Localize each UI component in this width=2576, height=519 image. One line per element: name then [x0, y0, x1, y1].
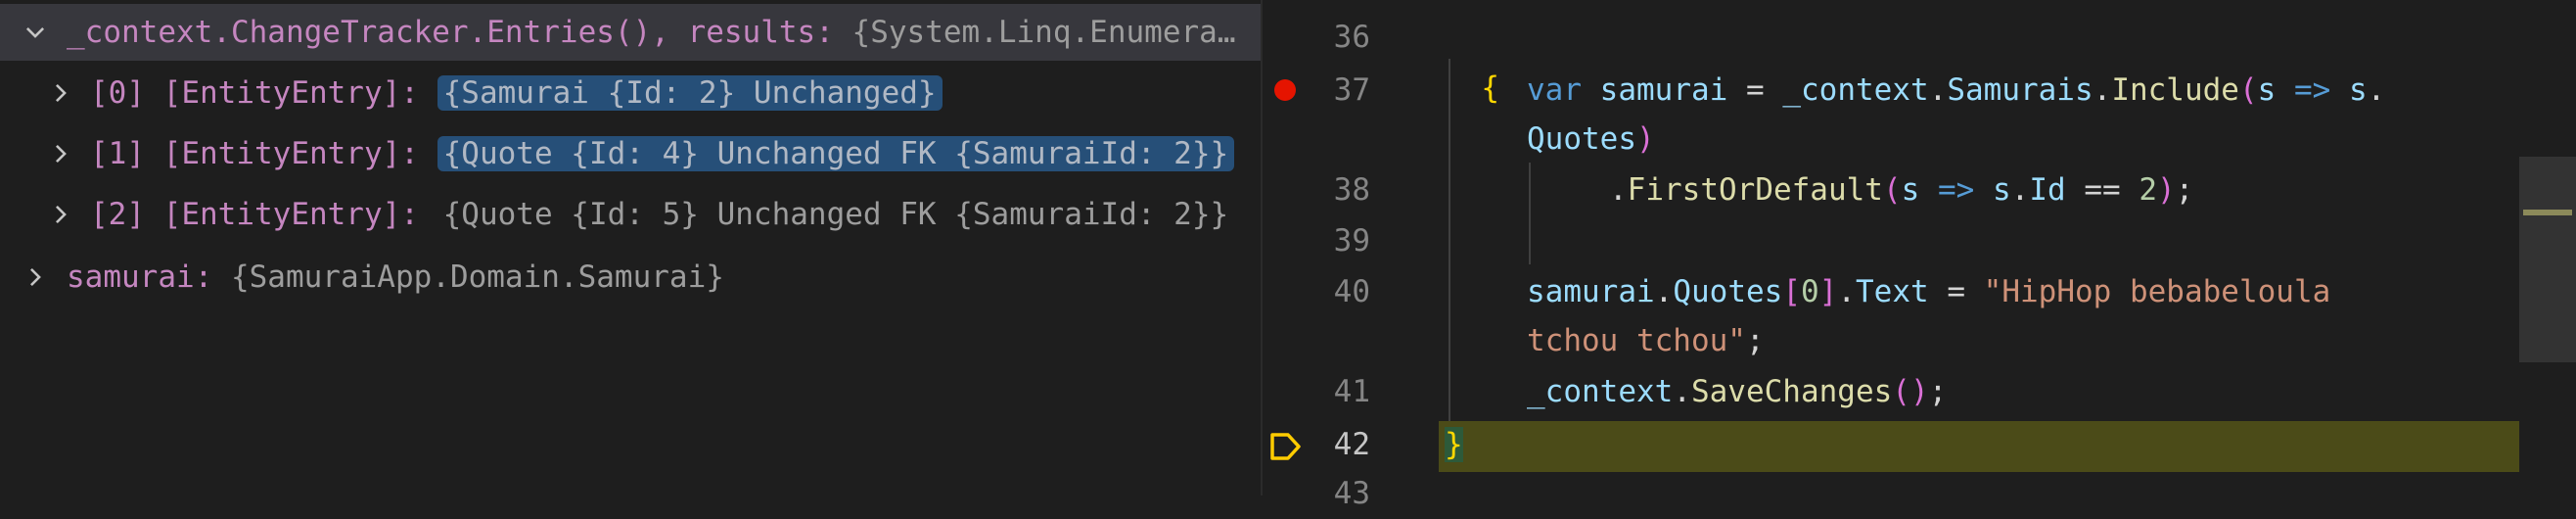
- indent-guide: [1529, 163, 1531, 264]
- scrollbar-current-line-marker: [2523, 210, 2572, 215]
- entry-index: [2]: [90, 197, 145, 232]
- chevron-right-icon[interactable]: [41, 186, 80, 243]
- entry-value: {Quote {Id: 4} Unchanged FK {SamuraiId: …: [437, 136, 1235, 171]
- line-number: 36: [1333, 20, 1370, 55]
- entry-value: {Samurai {Id: 2} Unchanged}: [437, 75, 943, 111]
- variable-row-entry-0[interactable]: [0] [EntityEntry]: {Samurai {Id: 2} Unch…: [0, 65, 1261, 121]
- current-line-highlight: [1439, 421, 2576, 472]
- variables-panel: _context.ChangeTracker.Entries(), result…: [0, 0, 1261, 495]
- scrollbar-thumb[interactable]: [2519, 157, 2576, 362]
- chevron-right-icon[interactable]: [16, 249, 55, 306]
- variable-name: _context.ChangeTracker.Entries(), result…: [67, 15, 834, 50]
- breakpoint-icon[interactable]: [1274, 79, 1296, 101]
- line-number: 38: [1333, 172, 1370, 208]
- entry-type: [EntityEntry]:: [162, 75, 419, 111]
- variable-row-entry-1[interactable]: [1] [EntityEntry]: {Quote {Id: 4} Unchan…: [0, 125, 1261, 182]
- chevron-right-icon[interactable]: [41, 125, 80, 182]
- code-line-40-wrap[interactable]: tchou tchou";: [1527, 315, 1765, 366]
- variable-value: {SamuraiApp.Domain.Samurai}: [230, 260, 724, 295]
- variable-row-samurai[interactable]: samurai: {SamuraiApp.Domain.Samurai}: [0, 249, 1261, 306]
- code-line-41[interactable]: _context.SaveChanges();: [1527, 366, 1947, 417]
- variable-row-results[interactable]: _context.ChangeTracker.Entries(), result…: [0, 4, 1261, 61]
- code-line-37-wrap[interactable]: Quotes): [1527, 114, 1655, 165]
- entry-type: [EntityEntry]:: [162, 197, 419, 232]
- variable-name: samurai:: [67, 260, 213, 295]
- line-number: 40: [1333, 274, 1370, 309]
- code-line-42[interactable]: }: [1445, 419, 1463, 470]
- line-number: 43: [1333, 476, 1370, 511]
- code-line-38[interactable]: .FirstOrDefault(s => s.Id == 2);: [1609, 165, 2193, 215]
- line-number: 39: [1333, 223, 1370, 259]
- code-line-36[interactable]: {: [1445, 12, 1499, 106]
- line-number: 41: [1333, 374, 1370, 409]
- entry-type: [EntityEntry]:: [162, 136, 419, 171]
- execution-pointer-icon: [1270, 433, 1301, 460]
- entry-index: [1]: [90, 136, 145, 171]
- variable-row-entry-2[interactable]: [2] [EntityEntry]: {Quote {Id: 5} Unchan…: [0, 186, 1261, 243]
- entry-index: [0]: [90, 75, 145, 111]
- chevron-right-icon[interactable]: [41, 65, 80, 121]
- chevron-down-icon[interactable]: [16, 4, 55, 61]
- variable-value: {System.Linq.Enumera…: [851, 15, 1236, 50]
- entry-value: {Quote {Id: 5} Unchanged FK {SamuraiId: …: [442, 197, 1229, 232]
- code-line-37[interactable]: var samurai = _context.Samurais.Include(…: [1527, 65, 2385, 116]
- code-line-40[interactable]: samurai.Quotes[0].Text = "HipHop bebabel…: [1527, 266, 2330, 317]
